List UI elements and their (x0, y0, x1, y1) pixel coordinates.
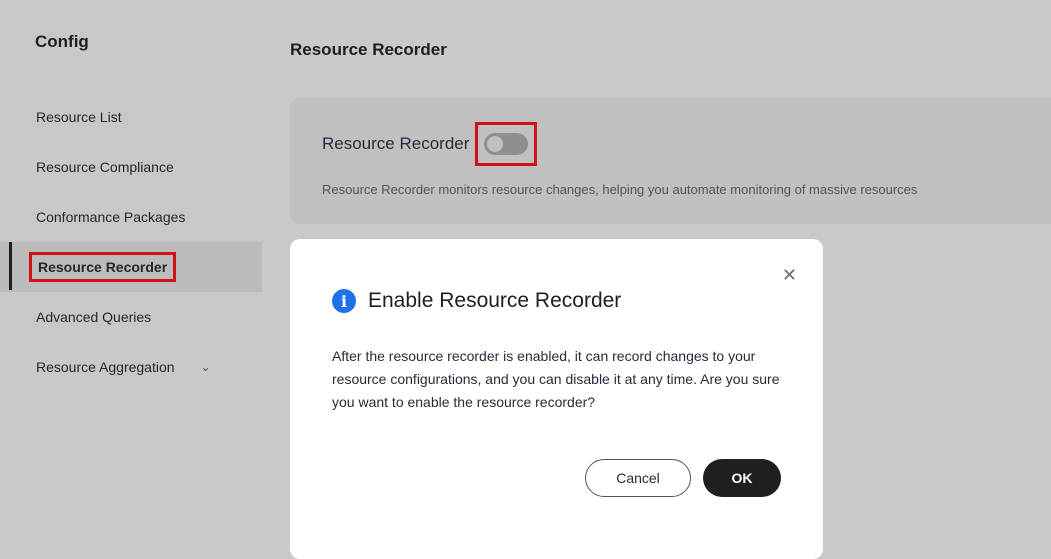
sidebar-item-advanced-queries[interactable]: Advanced Queries (0, 292, 262, 342)
ok-button[interactable]: OK (703, 459, 781, 497)
recorder-toggle[interactable] (484, 133, 529, 155)
page-title: Resource Recorder (290, 40, 447, 59)
sidebar-item-label: Resource List (36, 109, 122, 125)
dialog-actions: Cancel OK (585, 459, 781, 497)
dialog-body: After the resource recorder is enabled, … (332, 345, 792, 414)
enable-recorder-dialog: ✕ i Enable Resource Recorder After the r… (290, 239, 823, 559)
recorder-card: Resource Recorder Resource Recorder moni… (290, 98, 1051, 224)
sidebar-item-label: Conformance Packages (36, 209, 186, 225)
toggle-highlight (475, 122, 538, 166)
sidebar-item-conformance-packages[interactable]: Conformance Packages (0, 192, 262, 242)
sidebar-nav: Resource List Resource Compliance Confor… (0, 92, 262, 392)
chevron-down-icon[interactable]: ⌄ (201, 360, 211, 374)
cancel-button[interactable]: Cancel (585, 459, 691, 497)
info-icon: i (332, 289, 356, 313)
toggle-knob (487, 136, 504, 152)
sidebar-item-resource-compliance[interactable]: Resource Compliance (0, 142, 262, 192)
dialog-title: Enable Resource Recorder (368, 289, 622, 312)
sidebar-title: Config (35, 32, 89, 51)
sidebar-item-label: Resource Recorder (28, 252, 177, 282)
sidebar-item-resource-list[interactable]: Resource List (0, 92, 262, 142)
recorder-description: Resource Recorder monitors resource chan… (322, 182, 918, 197)
recorder-toggle-row: Resource Recorder (322, 122, 538, 166)
sidebar-item-label: Resource Compliance (36, 159, 174, 175)
recorder-label: Resource Recorder (322, 134, 470, 153)
sidebar-item-resource-recorder[interactable]: Resource Recorder (0, 242, 262, 292)
dialog-message: After the resource recorder is enabled, … (332, 348, 780, 410)
sidebar-item-label: Advanced Queries (36, 309, 152, 325)
close-icon[interactable]: ✕ (782, 265, 797, 286)
sidebar-item-resource-aggregation[interactable]: Resource Aggregation ⌄ (0, 342, 262, 392)
sidebar: Config Resource List Resource Compliance… (0, 0, 262, 545)
sidebar-item-label: Resource Aggregation (36, 359, 175, 375)
dialog-header: i Enable Resource Recorder (332, 289, 621, 313)
